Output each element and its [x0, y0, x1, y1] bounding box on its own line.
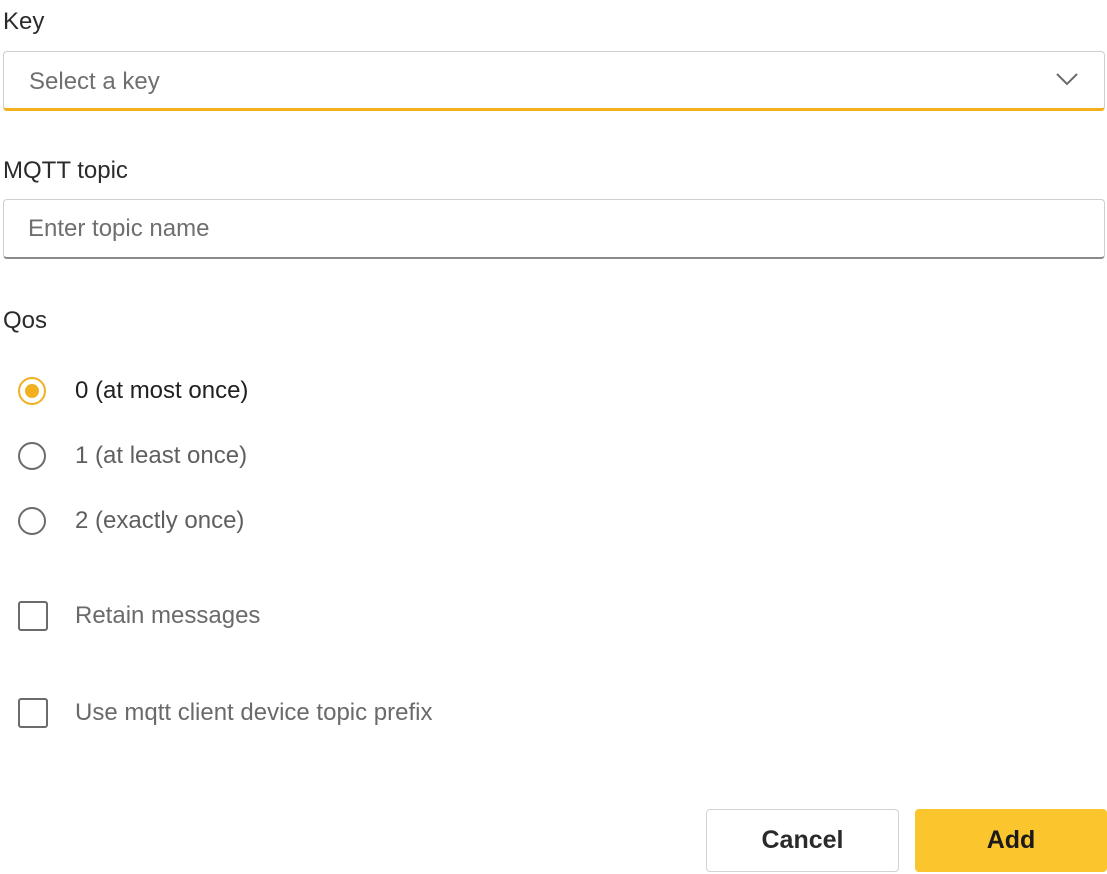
qos-option-label: 1 (at least once) [75, 442, 248, 469]
chevron-down-icon[interactable] [1056, 72, 1078, 86]
retain-messages-checkbox[interactable] [18, 601, 48, 631]
qos-option-label: 0 (at most once) [75, 377, 249, 404]
retain-messages-option[interactable]: Retain messages [18, 599, 260, 633]
topic-prefix-checkbox[interactable] [18, 698, 48, 728]
mqtt-topic-field [3, 199, 1105, 259]
mqtt-topic-input[interactable] [28, 200, 1068, 257]
key-label: Key [3, 8, 45, 35]
qos-label: Qos [3, 307, 48, 334]
qos-option-label: 2 (exactly once) [75, 507, 245, 534]
qos-option-1[interactable]: 1 (at least once) [18, 439, 247, 473]
topic-prefix-label: Use mqtt client device topic prefix [75, 699, 433, 726]
mqtt-topic-label: MQTT topic [3, 157, 128, 184]
qos-option-0[interactable]: 0 (at most once) [18, 374, 248, 408]
radio-selected-icon[interactable] [18, 377, 46, 405]
radio-unselected-icon[interactable] [18, 507, 46, 535]
add-button[interactable]: Add [915, 809, 1107, 872]
key-select[interactable]: Select a key [3, 51, 1105, 111]
topic-prefix-option[interactable]: Use mqtt client device topic prefix [18, 696, 432, 730]
retain-messages-label: Retain messages [75, 602, 261, 629]
radio-unselected-icon[interactable] [18, 442, 46, 470]
cancel-button[interactable]: Cancel [706, 809, 899, 872]
qos-option-2[interactable]: 2 (exactly once) [18, 504, 244, 538]
key-select-placeholder: Select a key [29, 68, 160, 95]
